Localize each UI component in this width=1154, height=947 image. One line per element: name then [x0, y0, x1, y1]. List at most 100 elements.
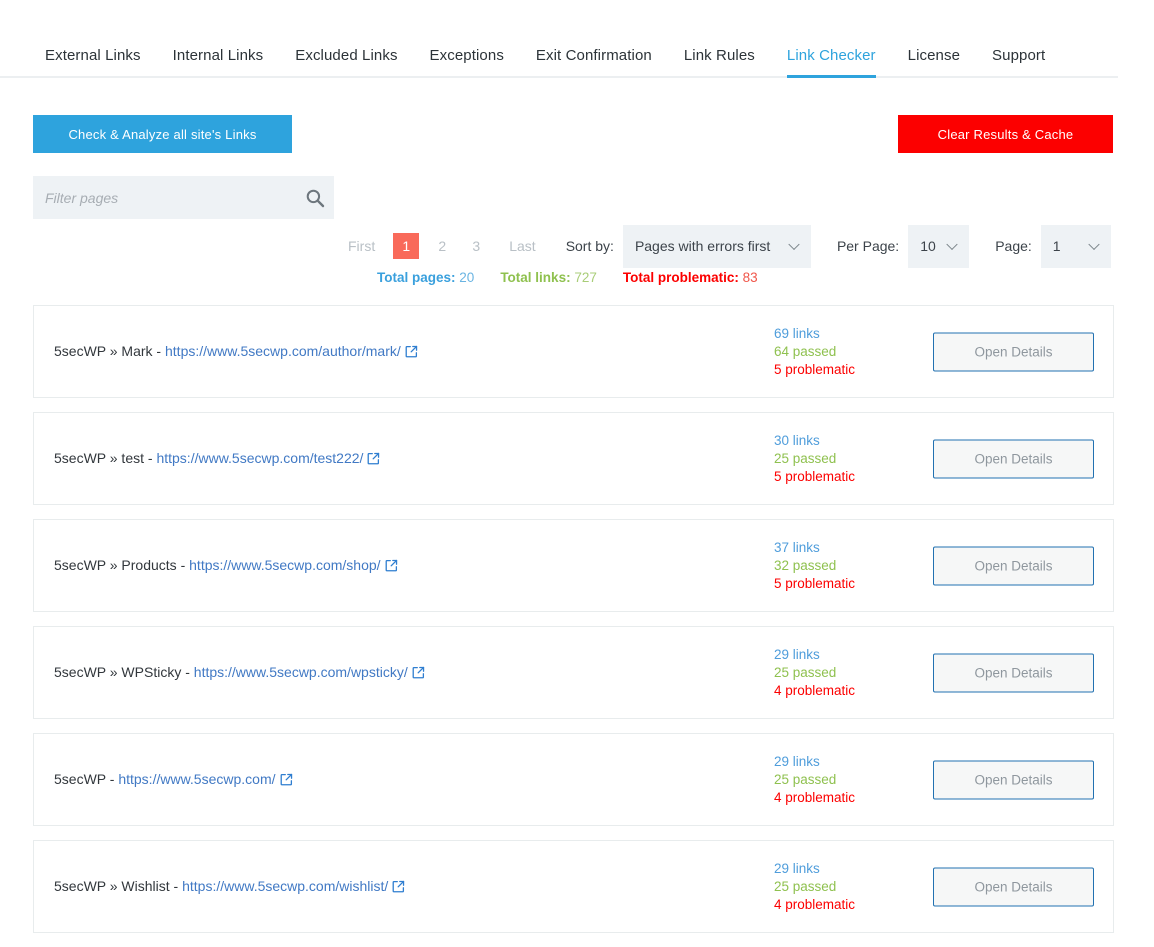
total-links: Total links: 727	[500, 270, 597, 285]
total-pages: Total pages: 20	[377, 270, 474, 285]
tab-exit-confirmation[interactable]: Exit Confirmation	[536, 47, 652, 78]
per-page-select[interactable]: 10	[908, 225, 969, 268]
check-analyze-button[interactable]: Check & Analyze all site's Links	[33, 115, 292, 153]
page-url-link[interactable]: https://www.5secwp.com/wpsticky/	[194, 664, 408, 680]
tab-license[interactable]: License	[908, 47, 960, 78]
result-row: 5secWP » Mark - https://www.5secwp.com/a…	[33, 305, 1114, 398]
stat-links: 37 links	[774, 539, 855, 557]
open-details-button[interactable]: Open Details	[933, 332, 1094, 371]
pagination-first[interactable]: First	[344, 238, 379, 254]
plugin-tabs: External Links Internal Links Excluded Lin…	[0, 40, 1118, 78]
per-page-select-wrap: 10	[908, 225, 969, 268]
totals-summary: Total pages: 20 Total links: 727 Total p…	[0, 270, 1118, 285]
external-link-icon[interactable]	[367, 452, 380, 468]
tab-external-links[interactable]: External Links	[45, 47, 141, 78]
results-list: 5secWP » Mark - https://www.5secwp.com/a…	[33, 305, 1114, 947]
open-details-button[interactable]: Open Details	[933, 546, 1094, 585]
stat-passed: 25 passed	[774, 771, 855, 789]
filter-pages-input[interactable]	[33, 176, 296, 219]
external-link-icon[interactable]	[280, 773, 293, 789]
result-row-stats: 29 links25 passed4 problematic	[774, 646, 855, 700]
page-title-text: 5secWP » Wishlist -	[54, 878, 178, 894]
stat-passed: 25 passed	[774, 450, 855, 468]
sort-by-select[interactable]: Pages with errors first	[623, 225, 811, 268]
page-label: Page:	[995, 238, 1032, 254]
external-link-icon[interactable]	[412, 666, 425, 682]
page-title-text: 5secWP -	[54, 771, 114, 787]
stat-passed: 64 passed	[774, 343, 855, 361]
page-url-link[interactable]: https://www.5secwp.com/author/mark/	[165, 343, 401, 359]
page-select-wrap: 1	[1041, 225, 1111, 268]
stat-problematic: 4 problematic	[774, 789, 855, 807]
external-link-icon[interactable]	[405, 345, 418, 361]
result-row-stats: 69 links64 passed5 problematic	[774, 325, 855, 379]
stat-problematic: 4 problematic	[774, 896, 855, 914]
tab-exceptions[interactable]: Exceptions	[430, 47, 504, 78]
total-problematic: Total problematic: 83	[623, 270, 758, 285]
total-links-value: 727	[574, 270, 597, 285]
tab-link-rules[interactable]: Link Rules	[684, 47, 755, 78]
tab-excluded-links[interactable]: Excluded Links	[295, 47, 397, 78]
page-url-link[interactable]: https://www.5secwp.com/	[118, 771, 275, 787]
stat-links: 69 links	[774, 325, 855, 343]
tab-support[interactable]: Support	[992, 47, 1045, 78]
stat-problematic: 4 problematic	[774, 682, 855, 700]
page-url-link[interactable]: https://www.5secwp.com/shop/	[189, 557, 380, 573]
result-row-title: 5secWP - https://www.5secwp.com/	[54, 771, 293, 789]
open-details-button[interactable]: Open Details	[933, 760, 1094, 799]
total-problematic-value: 83	[743, 270, 758, 285]
page-title-text: 5secWP » Mark -	[54, 343, 161, 359]
open-details-button[interactable]: Open Details	[933, 867, 1094, 906]
total-pages-value: 20	[459, 270, 474, 285]
stat-problematic: 5 problematic	[774, 575, 855, 593]
stat-passed: 25 passed	[774, 664, 855, 682]
page-title-text: 5secWP » WPSticky -	[54, 664, 190, 680]
sort-by-select-wrap: Pages with errors first	[623, 225, 811, 268]
page-url-link[interactable]: https://www.5secwp.com/wishlist/	[182, 878, 388, 894]
filter-pages-box	[33, 176, 334, 219]
results-controls: First123Last Sort by: Pages with errors …	[0, 228, 1118, 264]
search-icon[interactable]	[296, 188, 334, 208]
result-row-title: 5secWP » WPSticky - https://www.5secwp.c…	[54, 664, 425, 682]
pagination-last[interactable]: Last	[505, 238, 539, 254]
stat-passed: 25 passed	[774, 878, 855, 896]
link-checker-page: External Links Internal Links Excluded Lin…	[0, 0, 1154, 947]
total-problematic-label: Total problematic:	[623, 270, 739, 285]
result-row-stats: 29 links25 passed4 problematic	[774, 753, 855, 807]
page-url-link[interactable]: https://www.5secwp.com/test222/	[156, 450, 363, 466]
total-pages-label: Total pages:	[377, 270, 456, 285]
clear-results-cache-button[interactable]: Clear Results & Cache	[898, 115, 1113, 153]
stat-links: 29 links	[774, 860, 855, 878]
external-link-icon[interactable]	[392, 880, 405, 896]
page-title-text: 5secWP » test -	[54, 450, 153, 466]
stat-problematic: 5 problematic	[774, 468, 855, 486]
page-title-text: 5secWP » Products -	[54, 557, 185, 573]
pagination-page-1[interactable]: 1	[393, 233, 419, 259]
stat-problematic: 5 problematic	[774, 361, 855, 379]
stat-passed: 32 passed	[774, 557, 855, 575]
pagination-page-2[interactable]: 2	[431, 238, 453, 254]
external-link-icon[interactable]	[385, 559, 398, 575]
result-row: 5secWP » Wishlist - https://www.5secwp.c…	[33, 840, 1114, 933]
result-row-title: 5secWP » Products - https://www.5secwp.c…	[54, 557, 398, 575]
open-details-button[interactable]: Open Details	[933, 653, 1094, 692]
total-links-label: Total links:	[500, 270, 570, 285]
pagination: First 123 Last	[344, 233, 540, 259]
stat-links: 29 links	[774, 646, 855, 664]
result-row-title: 5secWP » Wishlist - https://www.5secwp.c…	[54, 878, 405, 896]
result-row: 5secWP » WPSticky - https://www.5secwp.c…	[33, 626, 1114, 719]
stat-links: 29 links	[774, 753, 855, 771]
result-row-title: 5secWP » Mark - https://www.5secwp.com/a…	[54, 343, 418, 361]
tab-link-checker[interactable]: Link Checker	[787, 47, 876, 78]
result-row-stats: 37 links32 passed5 problematic	[774, 539, 855, 593]
result-row: 5secWP - https://www.5secwp.com/29 links…	[33, 733, 1114, 826]
result-row-stats: 30 links25 passed5 problematic	[774, 432, 855, 486]
pagination-page-3[interactable]: 3	[465, 238, 487, 254]
result-row-title: 5secWP » test - https://www.5secwp.com/t…	[54, 450, 380, 468]
sort-by-label: Sort by:	[566, 238, 614, 254]
open-details-button[interactable]: Open Details	[933, 439, 1094, 478]
per-page-label: Per Page:	[837, 238, 899, 254]
page-select[interactable]: 1	[1041, 225, 1111, 268]
result-row-stats: 29 links25 passed4 problematic	[774, 860, 855, 914]
tab-internal-links[interactable]: Internal Links	[173, 47, 264, 78]
